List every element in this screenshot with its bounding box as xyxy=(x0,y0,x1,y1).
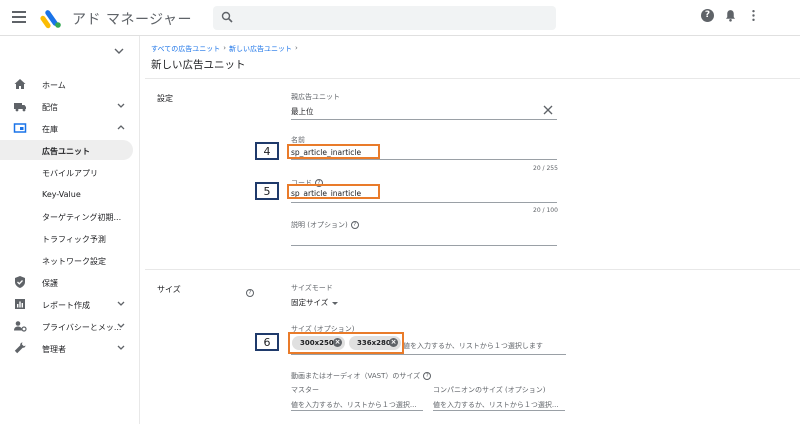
sidebar-item-label: 保護 xyxy=(42,279,58,288)
sidebar-item-targeting-presets[interactable]: ターゲティング初期... xyxy=(0,206,133,226)
annotation-5: 5 xyxy=(255,182,279,200)
breadcrumb-separator: › xyxy=(295,44,298,52)
sidebar-item-label: ターゲティング初期... xyxy=(42,213,122,222)
settings-section: 設定 親広告ユニット 最上位 名前 sp_article_inarticle 2… xyxy=(145,78,800,269)
code-underline xyxy=(291,202,557,203)
page-title: 新しい広告ユニット xyxy=(151,59,246,71)
parent-ad-unit-value: 最上位 xyxy=(291,107,314,116)
inventory-icon xyxy=(13,123,27,133)
search-input[interactable] xyxy=(213,6,556,30)
name-underline xyxy=(291,159,557,160)
sidebar-item-label: ネットワーク設定 xyxy=(42,257,106,266)
settings-heading: 設定 xyxy=(157,94,173,103)
sidebar-item-label: モバイルアプリ xyxy=(42,169,98,178)
master-label: マスター xyxy=(291,386,319,394)
sizes-underline xyxy=(291,354,566,355)
clear-icon[interactable] xyxy=(543,105,553,115)
size-mode-dropdown[interactable]: 固定サイズ xyxy=(291,297,339,308)
code-counter: 20 / 100 xyxy=(533,207,558,214)
sizes-highlight-box xyxy=(288,332,404,354)
sidebar-item-home[interactable]: ホーム xyxy=(0,74,140,94)
master-underline xyxy=(291,410,423,411)
chevron-down-icon xyxy=(117,103,125,108)
privacy-icon xyxy=(14,321,27,332)
annotation-6: 6 xyxy=(255,333,279,351)
chevron-down-icon xyxy=(117,323,125,328)
search-icon xyxy=(221,11,233,23)
sidebar: ホーム 配信 在庫 広告ユニット モバイルアプリ Key-Value ターゲティ… xyxy=(0,36,140,424)
size-mode-value: 固定サイズ xyxy=(291,298,329,307)
video-size-label: 動画またはオーディオ（VAST）のサイズ? xyxy=(291,371,432,381)
more-vert-icon[interactable] xyxy=(747,9,760,22)
sidebar-item-label: 広告ユニット xyxy=(42,147,90,156)
sidebar-item-label: プライバシーとメッ... xyxy=(42,323,122,332)
sidebar-item-label: トラフィック予測 xyxy=(42,235,106,244)
sidebar-item-reports[interactable]: レポート作成 xyxy=(0,294,140,314)
breadcrumb-link-new-ad-unit[interactable]: 新しい広告ユニット xyxy=(229,44,292,54)
name-highlight-box xyxy=(287,144,380,159)
chevron-up-icon xyxy=(117,125,125,130)
help-icon[interactable]: ? xyxy=(701,9,714,22)
description-label: 説明 (オプション)? xyxy=(291,220,359,230)
sidebar-item-inventory[interactable]: 在庫 xyxy=(0,118,140,138)
help-icon[interactable]: ? xyxy=(350,221,359,229)
sidebar-item-label: 在庫 xyxy=(42,125,58,134)
parent-ad-unit-label: 親広告ユニット xyxy=(291,93,340,101)
chevron-down-icon xyxy=(117,301,125,306)
description-input[interactable] xyxy=(291,245,557,246)
breadcrumb-link-all-ad-units[interactable]: すべての広告ユニット xyxy=(151,44,220,54)
sidebar-item-protections[interactable]: 保護 xyxy=(0,272,140,292)
sidebar-item-label: 配信 xyxy=(42,103,58,112)
help-icon[interactable]: ? xyxy=(423,372,432,380)
size-help-icon-wrap: ? xyxy=(243,282,254,301)
sidebar-item-label: レポート作成 xyxy=(42,301,90,310)
bar-chart-icon xyxy=(15,299,25,309)
sizes-input[interactable]: 値を入力するか、リストから１つ選択します xyxy=(403,341,543,351)
breadcrumb: すべての広告ユニット › 新しい広告ユニット › xyxy=(151,44,298,54)
sidebar-item-traffic-forecast[interactable]: トラフィック予測 xyxy=(0,228,133,248)
code-highlight-box xyxy=(287,184,380,199)
sidebar-item-mobile-apps[interactable]: モバイルアプリ xyxy=(0,162,133,182)
sidebar-item-label: ホーム xyxy=(42,81,66,90)
master-input[interactable]: 値を入力するか、リストから１つ選択... xyxy=(291,400,417,410)
chevron-down-icon xyxy=(117,345,125,350)
ad-manager-logo-icon xyxy=(40,10,61,29)
shield-icon xyxy=(15,276,25,288)
truck-icon xyxy=(14,103,26,112)
parent-ad-unit-underline xyxy=(291,119,557,120)
name-counter: 20 / 255 xyxy=(533,165,558,172)
chevron-down-icon[interactable] xyxy=(114,47,124,55)
companion-input[interactable]: 値を入力するか、リストから１つ選択... xyxy=(433,400,559,410)
sidebar-item-admin[interactable]: 管理者 xyxy=(0,338,140,358)
breadcrumb-separator: › xyxy=(223,44,227,52)
help-icon[interactable]: ? xyxy=(246,288,254,297)
sidebar-item-delivery[interactable]: 配信 xyxy=(0,96,140,116)
sidebar-item-label: Key-Value xyxy=(42,190,81,199)
size-mode-label: サイズモード xyxy=(291,284,333,292)
sidebar-item-ad-units[interactable]: 広告ユニット xyxy=(0,140,133,160)
notifications-icon[interactable] xyxy=(724,9,737,22)
companion-label: コンパニオンのサイズ (オプション) xyxy=(433,386,546,394)
size-heading: サイズ xyxy=(157,285,181,294)
top-bar: アド マネージャー ? xyxy=(0,0,800,36)
sidebar-item-label: 管理者 xyxy=(42,345,66,354)
size-section: サイズ ? サイズモード 固定サイズ サイズ (オプション) 値を入力するか、リ… xyxy=(145,269,800,424)
sidebar-item-key-value[interactable]: Key-Value xyxy=(0,184,133,204)
menu-icon[interactable] xyxy=(12,11,26,23)
wrench-icon xyxy=(14,342,26,354)
home-icon xyxy=(14,79,26,89)
annotation-4: 4 xyxy=(255,142,279,160)
app-title: アド マネージャー xyxy=(72,12,192,28)
dropdown-arrow-icon xyxy=(332,301,339,305)
sidebar-item-network-settings[interactable]: ネットワーク設定 xyxy=(0,250,133,270)
sidebar-item-privacy[interactable]: プライバシーとメッ... xyxy=(0,316,140,336)
companion-underline xyxy=(433,410,565,411)
